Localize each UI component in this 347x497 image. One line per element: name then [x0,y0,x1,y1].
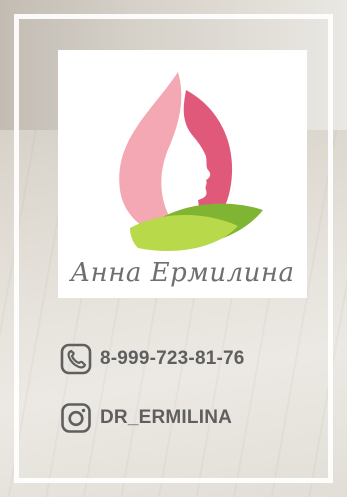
instagram-handle: DR_ERMILINA [100,407,233,428]
logo-signature: Анна Ермилина [70,258,295,288]
instagram-icon [60,402,92,434]
logo-card: Анна Ермилина [58,50,307,298]
instagram-contact[interactable]: DR_ERMILINA [60,401,232,435]
phone-contact[interactable]: 8-999-723-81-76 [60,342,245,376]
phone-icon [60,343,92,375]
phone-number: 8-999-723-81-76 [100,348,245,369]
